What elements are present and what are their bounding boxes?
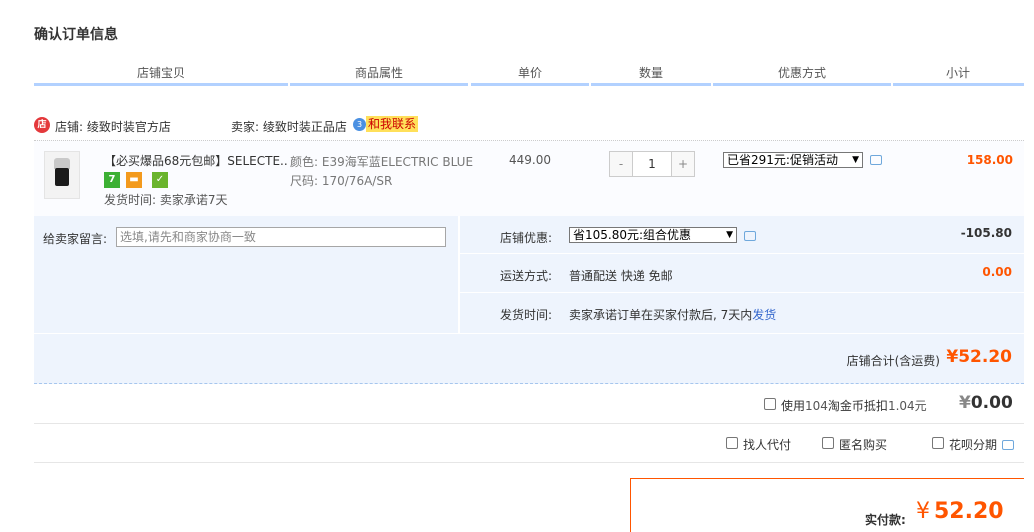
coin-count: 104 [805, 399, 828, 413]
buyer-message-panel: 给卖家留言: 选填,请先和商家协商一致 [34, 216, 458, 333]
column-header-attributes: 商品属性 [354, 66, 403, 80]
contact-seller-button[interactable]: 3 和我联系 [353, 116, 419, 132]
currency-symbol: ¥ [959, 393, 971, 413]
product-attr-color: 颜色: E39海军蓝ELECTRIC BLUE [290, 155, 474, 169]
delivery-text: 卖家承诺订单在买家付款后, 7天内发货 [569, 306, 776, 323]
coin-value: 1.04元 [887, 399, 927, 413]
shop-discount-row: 店铺优惠: 省105.80元:组合优惠 ▼ -105.80 [460, 216, 1024, 254]
header-bar [893, 83, 1024, 86]
header-bar [471, 83, 589, 86]
credit-card-icon: ▬ [126, 172, 142, 188]
shop-discount-amount: -105.80 [960, 226, 1012, 240]
page-title: 确认订单信息 [34, 27, 118, 43]
header-bar [34, 83, 288, 86]
column-header-subtotal: 小计 [945, 66, 970, 80]
shop-total-amount: ¥52.20 [946, 347, 1012, 367]
item-subtotal: 158.00 [966, 153, 1013, 167]
delivery-promise: 卖家承诺订单在买家付款后, 7天内 [569, 308, 753, 322]
order-summary-panel: 店铺优惠: 省105.80元:组合优惠 ▼ -105.80 运送方式: 普通配送 … [460, 216, 1024, 333]
divider [34, 462, 1024, 463]
item-promotion-select[interactable]: 已省291元:促销活动 ▼ [723, 152, 863, 168]
unit-price: 449.00 [509, 153, 551, 167]
buyer-message-input[interactable]: 选填,请先和商家协商一致 [116, 227, 446, 247]
installment-label[interactable]: 花呗分期 [949, 436, 997, 453]
installment-checkbox[interactable] [932, 437, 944, 449]
shipping-promise: 发货时间: 卖家承诺7天 [104, 193, 228, 207]
product-thumbnail[interactable] [44, 151, 80, 199]
seven-day-return-icon: 7 [104, 172, 120, 188]
coin-deduction-row: 使用104淘金币抵扣1.04元 ¥0.00 [34, 385, 1024, 423]
column-header-unit-price: 单价 [517, 66, 542, 80]
buyer-message-label: 给卖家留言: [43, 232, 108, 246]
quantity-input[interactable]: 1 [632, 152, 672, 176]
anonymous-purchase-checkbox[interactable] [822, 437, 834, 449]
coin-label-middle: 淘金币抵扣 [827, 399, 888, 413]
shop-total-label: 店铺合计(含运费) [846, 354, 940, 368]
shield-icon: ✓ [152, 172, 168, 188]
pay-by-friend-label[interactable]: 找人代付 [743, 436, 791, 453]
shop-total-row: 店铺合计(含运费) ¥52.20 [34, 333, 1024, 384]
actual-payment-value: 52.20 [934, 499, 1004, 524]
shipping-method: 普通配送 快递 免邮 [569, 269, 673, 283]
coin-label-prefix: 使用 [781, 399, 806, 413]
shipping-label: 运送方式: [500, 269, 553, 283]
coin-deduction-amount: ¥0.00 [959, 393, 1013, 413]
shop-row: 店 店铺: 绫致时装官方店 卖家: 绫致时装正品店 3 和我联系 [34, 116, 1024, 140]
coin-amount-value: 0.00 [970, 393, 1013, 413]
product-attr-size: 尺码: 170/76A/SR [290, 174, 393, 188]
currency-symbol: ¥ [916, 499, 930, 524]
delivery-label: 发货时间: [500, 308, 553, 322]
header-bar [290, 83, 468, 86]
order-table-header: 店铺宝贝 商品属性 单价 数量 优惠方式 小计 [34, 62, 1024, 86]
dropdown-arrow-icon: ▼ [726, 230, 733, 240]
payment-options-row: 找人代付 匿名购买 花呗分期 [34, 424, 1024, 462]
shop-icon: 店 [34, 117, 50, 133]
anonymous-purchase-label[interactable]: 匿名购买 [839, 436, 887, 453]
item-promotion-select-value: 已省291元:促销活动 [727, 153, 838, 167]
seller-name[interactable]: 卖家: 绫致时装正品店 [231, 118, 347, 135]
comment-icon[interactable] [870, 155, 882, 165]
coin-deduction-text: 使用104淘金币抵扣1.04元 [781, 397, 927, 414]
header-bar [713, 83, 891, 86]
delivery-row: 发货时间: 卖家承诺订单在买家付款后, 7天内发货 [460, 294, 1024, 332]
shop-discount-label: 店铺优惠: [500, 231, 553, 245]
comment-icon[interactable] [1002, 440, 1014, 450]
shop-discount-select[interactable]: 省105.80元:组合优惠 ▼ [569, 227, 737, 243]
product-title-link[interactable]: 【必买爆品68元包邮】SELECTE... [104, 152, 288, 169]
contact-label: 和我联系 [366, 116, 419, 132]
shipping-row: 运送方式: 普通配送 快递 免邮 0.00 [460, 255, 1024, 293]
column-header-discount: 优惠方式 [777, 66, 826, 80]
quantity-stepper: - 1 + [609, 151, 695, 177]
product-thumbnail-shorts [55, 168, 69, 186]
quantity-decrease-button[interactable]: - [610, 152, 632, 176]
column-header-quantity: 数量 [638, 66, 663, 80]
delivery-link[interactable]: 发货 [752, 308, 776, 322]
comment-icon[interactable] [744, 231, 756, 241]
actual-payment-label: 实付款: [865, 513, 906, 527]
actual-payment-amount: ¥52.20 [916, 499, 1004, 524]
use-coins-checkbox[interactable] [764, 398, 776, 410]
shipping-amount: 0.00 [982, 265, 1012, 279]
shop-name[interactable]: 店铺: 绫致时装官方店 [55, 118, 171, 135]
quantity-increase-button[interactable]: + [672, 152, 694, 176]
actual-payment-box: 实付款: ¥52.20 [630, 478, 1024, 532]
pay-by-friend-checkbox[interactable] [726, 437, 738, 449]
header-bar [591, 83, 711, 86]
order-item-row: 【必买爆品68元包邮】SELECTE... 7 ▬ ✓ 发货时间: 卖家承诺7天… [34, 140, 1024, 216]
column-header-product: 店铺宝贝 [136, 66, 185, 80]
chat-bubble-icon: 3 [353, 117, 366, 131]
shop-discount-select-value: 省105.80元:组合优惠 [573, 228, 692, 242]
dropdown-arrow-icon: ▼ [852, 155, 859, 165]
